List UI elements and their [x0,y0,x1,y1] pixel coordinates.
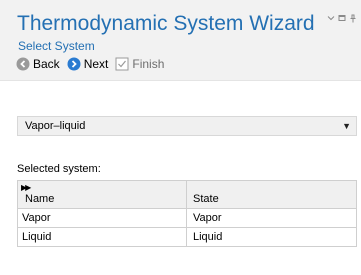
back-arrow-icon [16,57,30,71]
phase-state-cell[interactable]: Liquid [187,228,356,246]
wizard-header: Thermodynamic System Wizard Select Syste… [0,0,361,80]
finish-button[interactable]: Finish [115,57,164,71]
expand-all-icon[interactable]: ▶▶ [21,183,31,192]
phase-state-cell[interactable]: Vapor [187,209,356,227]
dropdown-arrow-icon[interactable]: ▼ [342,121,351,131]
selected-system-label: Selected system: [17,163,101,175]
back-button[interactable]: Back [16,57,60,71]
finish-label: Finish [132,57,165,71]
restore-icon[interactable] [338,14,346,25]
table-row[interactable]: Liquid Liquid [18,228,356,246]
next-label: Next [83,57,109,71]
header-divider [0,80,361,81]
selected-system-table: ▶▶ Name State Vapor Vapor Liquid Liquid [17,180,357,247]
pin-icon[interactable] [349,14,357,25]
window-controls [327,14,357,25]
checkbox-icon [115,57,129,71]
next-arrow-icon [67,57,81,71]
chevron-down-icon[interactable] [327,14,335,25]
phase-name-cell: Vapor [18,209,187,227]
system-type-select[interactable]: Vapor–liquid ▼ [17,116,357,136]
phase-name-cell: Liquid [18,228,187,246]
next-button[interactable]: Next [67,57,109,71]
column-header-name[interactable]: ▶▶ Name [18,181,187,208]
back-label: Back [33,57,60,71]
wizard-toolbar: Back Next Finish [16,57,171,71]
table-row[interactable]: Vapor Vapor [18,209,356,228]
wizard-title: Thermodynamic System Wizard [17,12,315,35]
column-header-state[interactable]: State [187,181,356,208]
system-type-value: Vapor–liquid [25,120,86,132]
table-header: ▶▶ Name State [18,181,356,209]
page-subtitle: Select System [18,39,95,53]
